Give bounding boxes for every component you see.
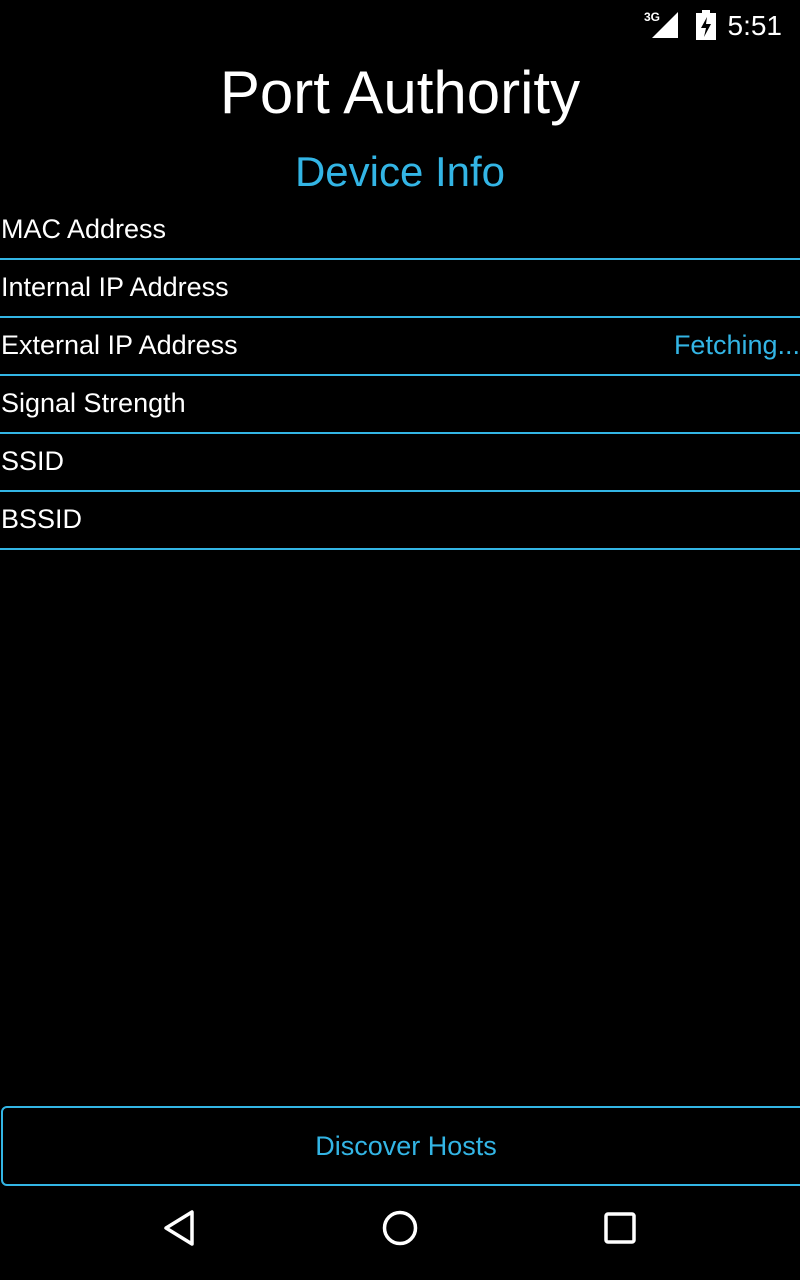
external-ip-label: External IP Address [1,330,238,360]
info-row-signal-strength: Signal Strength [0,376,800,434]
recents-square-icon [600,1208,640,1253]
info-row-mac-address: MAC Address [0,202,800,260]
device-info-title: Device Info [294,148,506,195]
discover-hosts-button[interactable]: Discover Hosts [1,1106,800,1186]
status-bar: 3G 5:51 [0,0,800,50]
external-ip-value: Fetching... [673,330,800,360]
info-row-bssid: BSSID [0,492,800,550]
battery-charging-icon [696,10,716,45]
device-info-list: MAC Address Internal IP Address External… [0,202,800,550]
bssid-label: BSSID [1,504,83,534]
back-triangle-icon [160,1208,200,1253]
status-time: 5:51 [727,10,783,41]
home-circle-icon [380,1208,420,1253]
app-title: Port Authority [219,59,581,126]
info-row-external-ip: External IP Address Fetching... [0,318,800,376]
navigation-bar [0,1184,800,1280]
back-button[interactable] [150,1200,210,1260]
signal-strength-label: Signal Strength [1,388,186,418]
info-row-ssid: SSID [0,434,800,492]
signal-icon [650,12,680,45]
recents-button[interactable] [590,1200,650,1260]
ssid-label: SSID [1,446,65,476]
info-row-internal-ip: Internal IP Address [0,260,800,318]
mac-address-label: MAC Address [1,214,167,244]
home-button[interactable] [370,1200,430,1260]
internal-ip-label: Internal IP Address [1,272,229,302]
